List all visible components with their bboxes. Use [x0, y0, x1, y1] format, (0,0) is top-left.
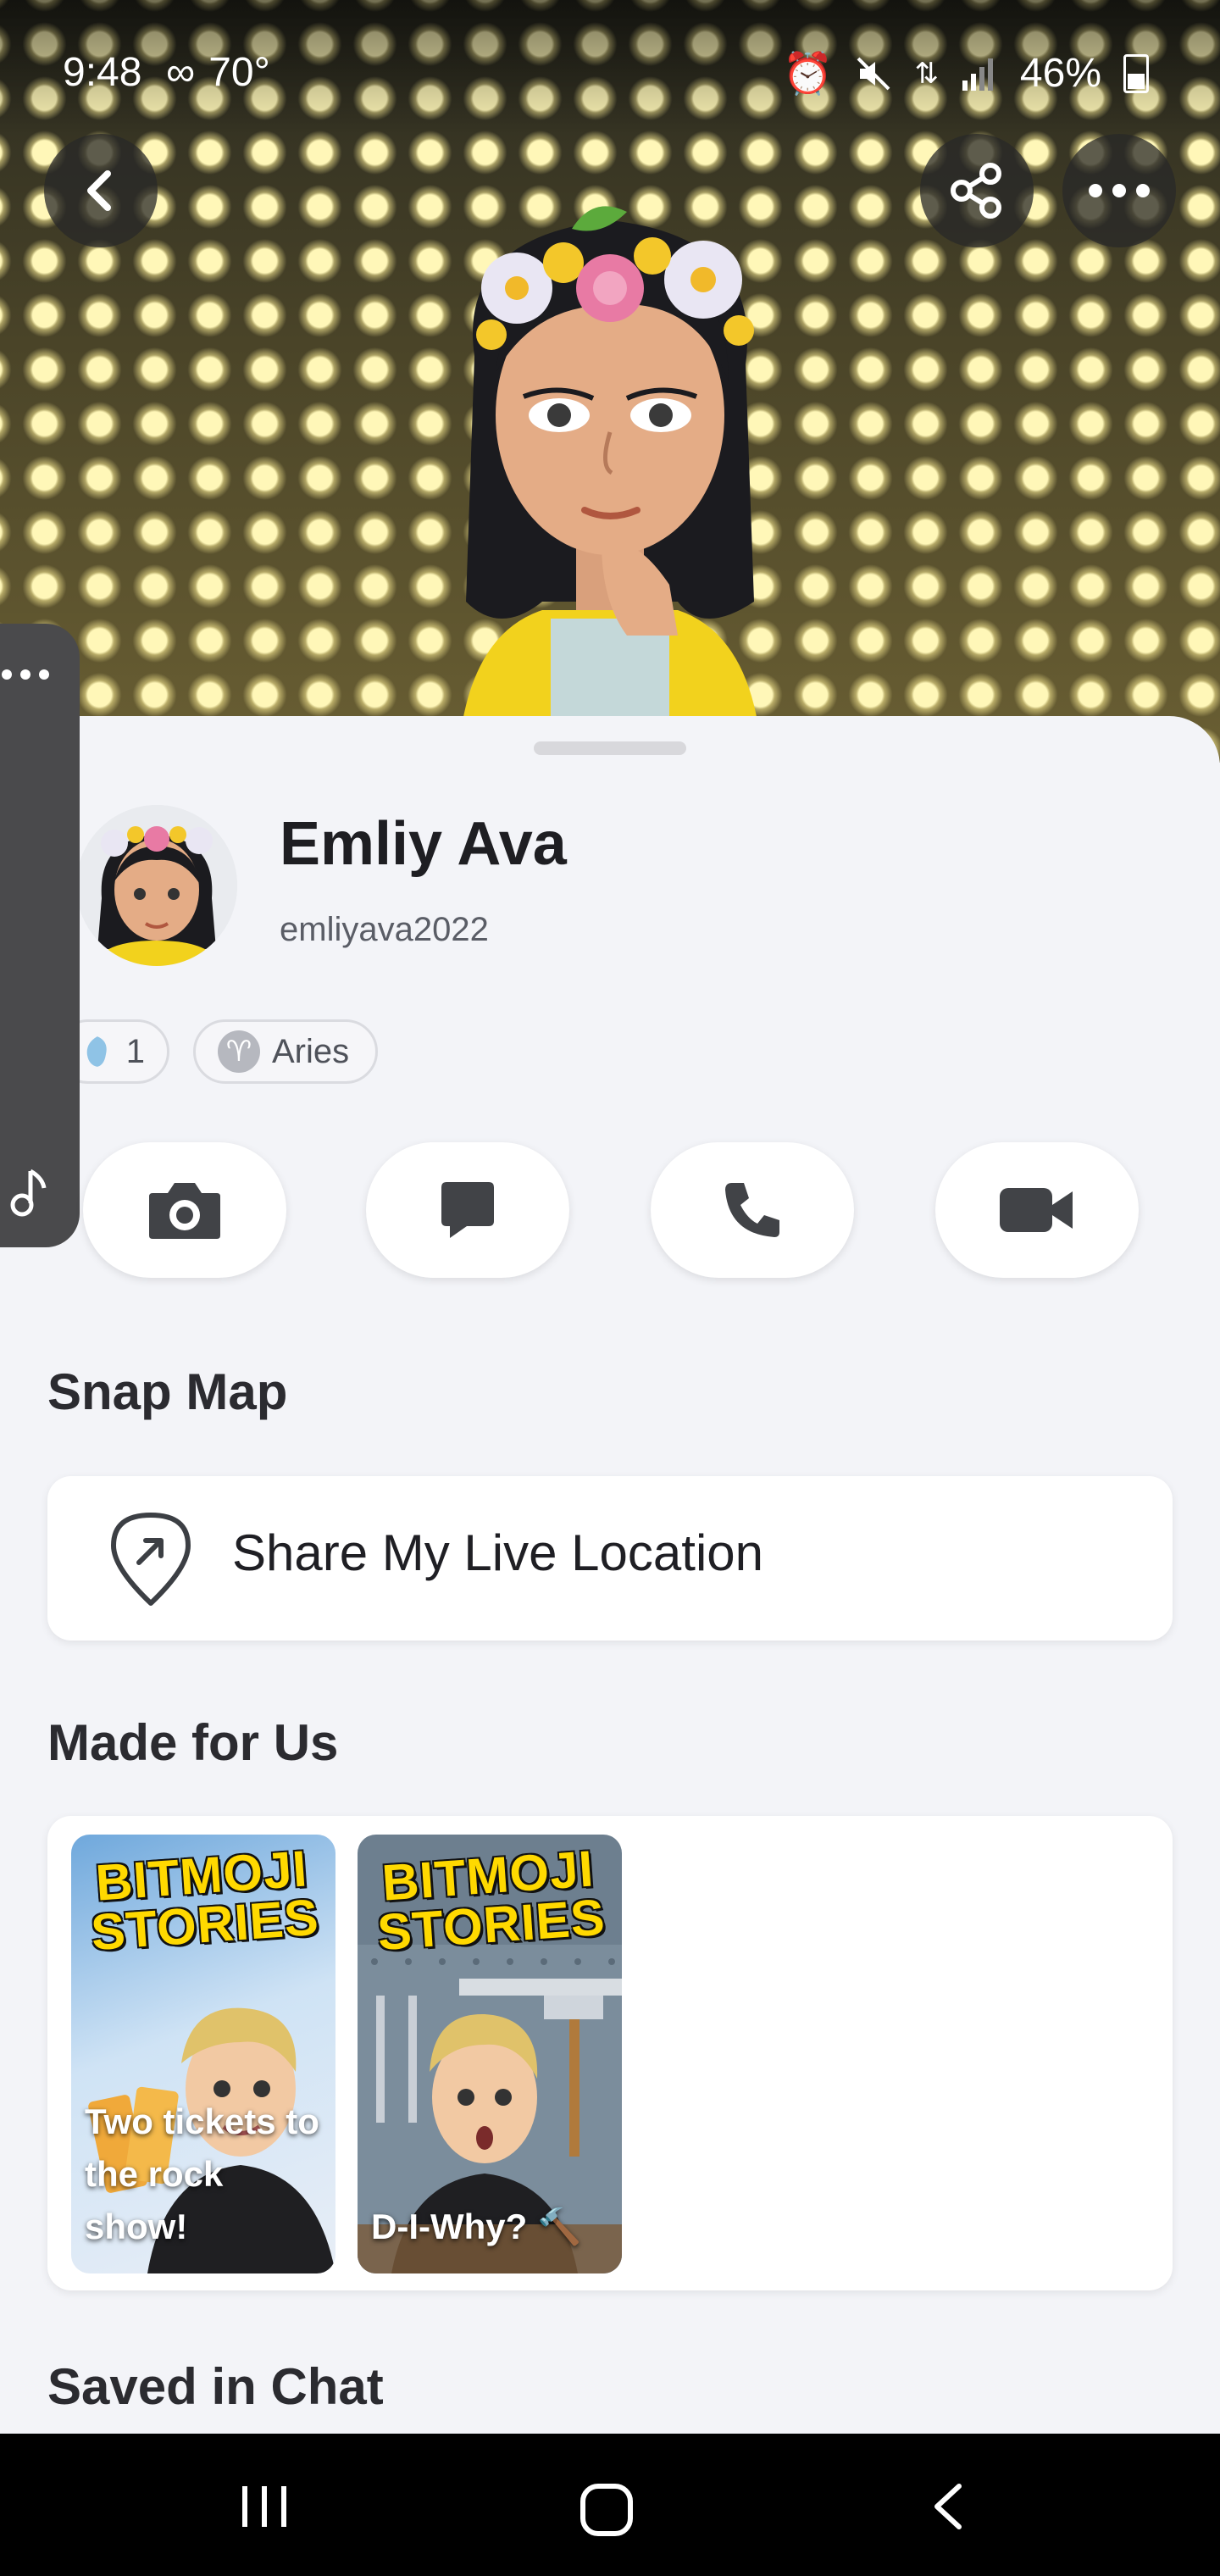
- share-live-location-label: Share My Live Location: [232, 1524, 764, 1581]
- avatar[interactable]: [76, 805, 237, 966]
- made-for-us-title: Made for Us: [47, 1714, 339, 1771]
- friend-badge-icon: [86, 1036, 107, 1067]
- location-pin-arrow-icon: [111, 1513, 191, 1606]
- signal-icon: [962, 58, 993, 91]
- data-arrows-icon: ⇅: [914, 57, 939, 90]
- status-time: 9:48: [63, 50, 142, 95]
- story-tile[interactable]: BITMOJI STORIES D-I-Why? 🔨: [358, 1835, 622, 2273]
- zodiac-label: Aries: [272, 1032, 350, 1070]
- recent-apps-icon[interactable]: [237, 2479, 291, 2534]
- back-button[interactable]: [44, 134, 158, 247]
- story-caption: Two tickets to the rock show!: [85, 2101, 319, 2246]
- ellipsis-icon: [1089, 184, 1150, 197]
- battery-icon: [1123, 53, 1149, 93]
- drag-handle[interactable]: [534, 741, 686, 755]
- floating-side-tab[interactable]: [0, 624, 80, 1247]
- made-for-us-card: BITMOJI STORIES Two tickets to the rock s…: [47, 1816, 1173, 2290]
- story-caption: D-I-Why? 🔨: [371, 2207, 582, 2246]
- saved-in-chat-title: Saved in Chat: [47, 2358, 384, 2415]
- camera-button[interactable]: [83, 1142, 286, 1278]
- back-nav-icon[interactable]: [923, 2479, 974, 2534]
- bitmoji-hero-avatar: [458, 206, 762, 763]
- profile-name: Emliy Ava: [280, 810, 567, 878]
- ellipsis-icon: [2, 669, 49, 680]
- zodiac-badge[interactable]: ♈ Aries: [193, 1019, 378, 1084]
- temperature-text: 70°: [208, 50, 270, 95]
- alarm-icon: ⏰: [782, 52, 834, 97]
- bitmoji-stories-logo: BITMOJI STORIES: [89, 1840, 321, 1962]
- system-navigation-bar: [0, 2434, 1220, 2576]
- music-note-icon: [10, 1169, 47, 1217]
- battery-text: 46%: [1019, 51, 1101, 96]
- profile-username: emliyava2022: [280, 911, 489, 948]
- friend-count: 1: [125, 1032, 145, 1070]
- video-icon: [1000, 1188, 1073, 1232]
- aries-icon: ♈: [218, 1030, 260, 1073]
- share-live-location-button[interactable]: Share My Live Location: [47, 1476, 1173, 1641]
- video-call-button[interactable]: [935, 1142, 1139, 1278]
- bitmoji-avatar-thumbnail: [76, 805, 237, 966]
- chat-button[interactable]: [366, 1142, 569, 1278]
- status-bar: 9:48 ∞ 70° ⏰ ⇅ 46%: [0, 0, 1220, 119]
- chevron-left-icon: [87, 170, 111, 211]
- bitmoji-stories-logo: BITMOJI STORIES: [375, 1840, 607, 1962]
- chat-icon: [441, 1182, 494, 1238]
- share-icon: [951, 163, 1001, 219]
- voicemail-icon: ∞: [166, 50, 196, 95]
- phone-icon: [725, 1183, 779, 1237]
- more-options-button[interactable]: [1062, 134, 1176, 247]
- camera-icon: [149, 1183, 220, 1239]
- mute-icon: [857, 57, 890, 90]
- share-button[interactable]: [920, 134, 1034, 247]
- story-tile[interactable]: BITMOJI STORIES Two tickets to the rock s…: [71, 1835, 336, 2273]
- snap-map-title: Snap Map: [47, 1363, 288, 1420]
- home-icon[interactable]: [576, 2479, 637, 2540]
- call-button[interactable]: [651, 1142, 854, 1278]
